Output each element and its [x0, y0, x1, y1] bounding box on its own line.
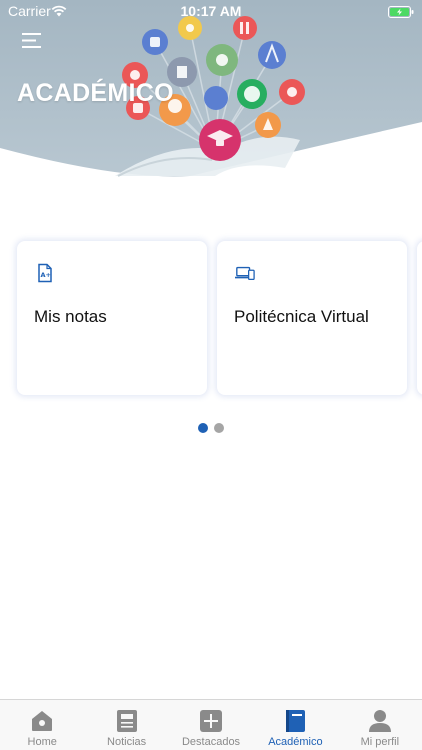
plus-icon — [200, 710, 223, 732]
laptop-phone-icon — [235, 266, 255, 281]
card-label: Politécnica Virtual — [234, 307, 369, 326]
status-bar: Carrier 10:17 AM — [0, 0, 422, 22]
card-label: Mis notas — [34, 307, 107, 326]
news-icon — [116, 710, 137, 732]
tab-academico[interactable]: Académico — [253, 700, 337, 750]
tab-label: Académico — [268, 736, 323, 748]
menu-button[interactable] — [14, 26, 50, 56]
tab-noticias[interactable]: Noticias — [84, 700, 168, 750]
card-next-peek[interactable] — [417, 241, 422, 395]
pager-dot-1[interactable] — [198, 423, 208, 433]
pager-dot-2[interactable] — [214, 423, 224, 433]
tab-label: Noticias — [107, 736, 147, 748]
academic-carousel[interactable]: A+ Mis notas Politécnica Virtual — [0, 232, 422, 402]
tab-label: Home — [27, 736, 57, 748]
carousel-pager — [0, 423, 422, 433]
tab-destacados[interactable]: Destacados — [169, 700, 253, 750]
book-icon — [286, 710, 306, 732]
card-mis-notas[interactable]: A+ Mis notas — [17, 241, 207, 395]
hamburger-menu-icon — [22, 33, 41, 48]
home-icon — [32, 711, 53, 731]
grade-document-icon: A+ — [38, 263, 52, 283]
card-politecnica-virtual[interactable]: Politécnica Virtual — [217, 241, 407, 395]
battery-icon — [388, 5, 414, 21]
header-banner: ACADÉMICO — [0, 0, 422, 182]
page-title: ACADÉMICO — [17, 79, 174, 107]
tab-bar: Home Noticias Destacados Académico Mi pe… — [0, 699, 422, 750]
user-icon — [368, 710, 391, 732]
tab-home[interactable]: Home — [0, 700, 84, 750]
tab-label: Destacados — [181, 736, 241, 748]
clock: 10:17 AM — [180, 3, 242, 19]
svg-text:A+: A+ — [41, 271, 51, 279]
tab-label: Mi perfil — [360, 736, 400, 748]
tab-mi-perfil[interactable]: Mi perfil — [338, 700, 422, 750]
